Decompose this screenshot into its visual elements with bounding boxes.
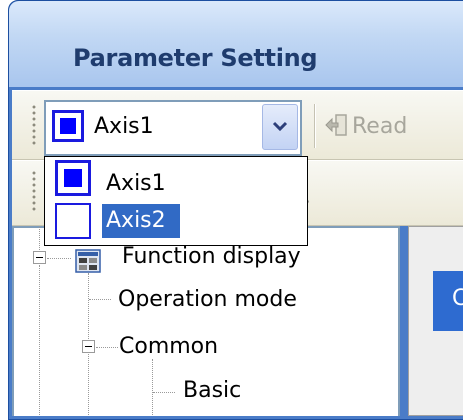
tree-line (96, 347, 118, 348)
toolbar-separator (314, 104, 316, 148)
axis-select-value: Axis1 (94, 114, 154, 139)
tree-line (89, 299, 111, 300)
read-arrow-icon[interactable] (324, 113, 348, 141)
tree-line (47, 258, 71, 259)
axis-option-swatch[interactable] (55, 160, 91, 196)
read-button-label[interactable]: Read (352, 114, 407, 139)
chevron-down-icon[interactable] (262, 104, 298, 150)
content-tab-button-label: C (452, 286, 463, 311)
tree-item-function-display[interactable]: Function display (122, 244, 301, 269)
toolbar-grip-handle[interactable] (31, 104, 37, 146)
axis-option-1[interactable]: Axis1 (106, 171, 166, 196)
tree-line (39, 265, 40, 415)
axis-option-swatch[interactable] (55, 203, 91, 239)
function-display-icon (75, 249, 101, 273)
tree-line (152, 359, 153, 415)
tree-collapse-toggle[interactable] (82, 340, 95, 353)
window-title: Parameter Setting (73, 44, 318, 72)
toolbar-grip-handle[interactable] (31, 170, 37, 212)
tree-item-operation-mode[interactable]: Operation mode (118, 287, 297, 312)
tree-line (153, 392, 175, 393)
tree-item-common[interactable]: Common (119, 334, 218, 359)
tree-collapse-toggle[interactable] (33, 251, 46, 264)
tree-item-basic[interactable]: Basic (183, 378, 241, 403)
axis-color-swatch (52, 110, 84, 142)
axis-option-2[interactable]: Axis2 (106, 208, 166, 233)
tree-line (39, 227, 40, 250)
